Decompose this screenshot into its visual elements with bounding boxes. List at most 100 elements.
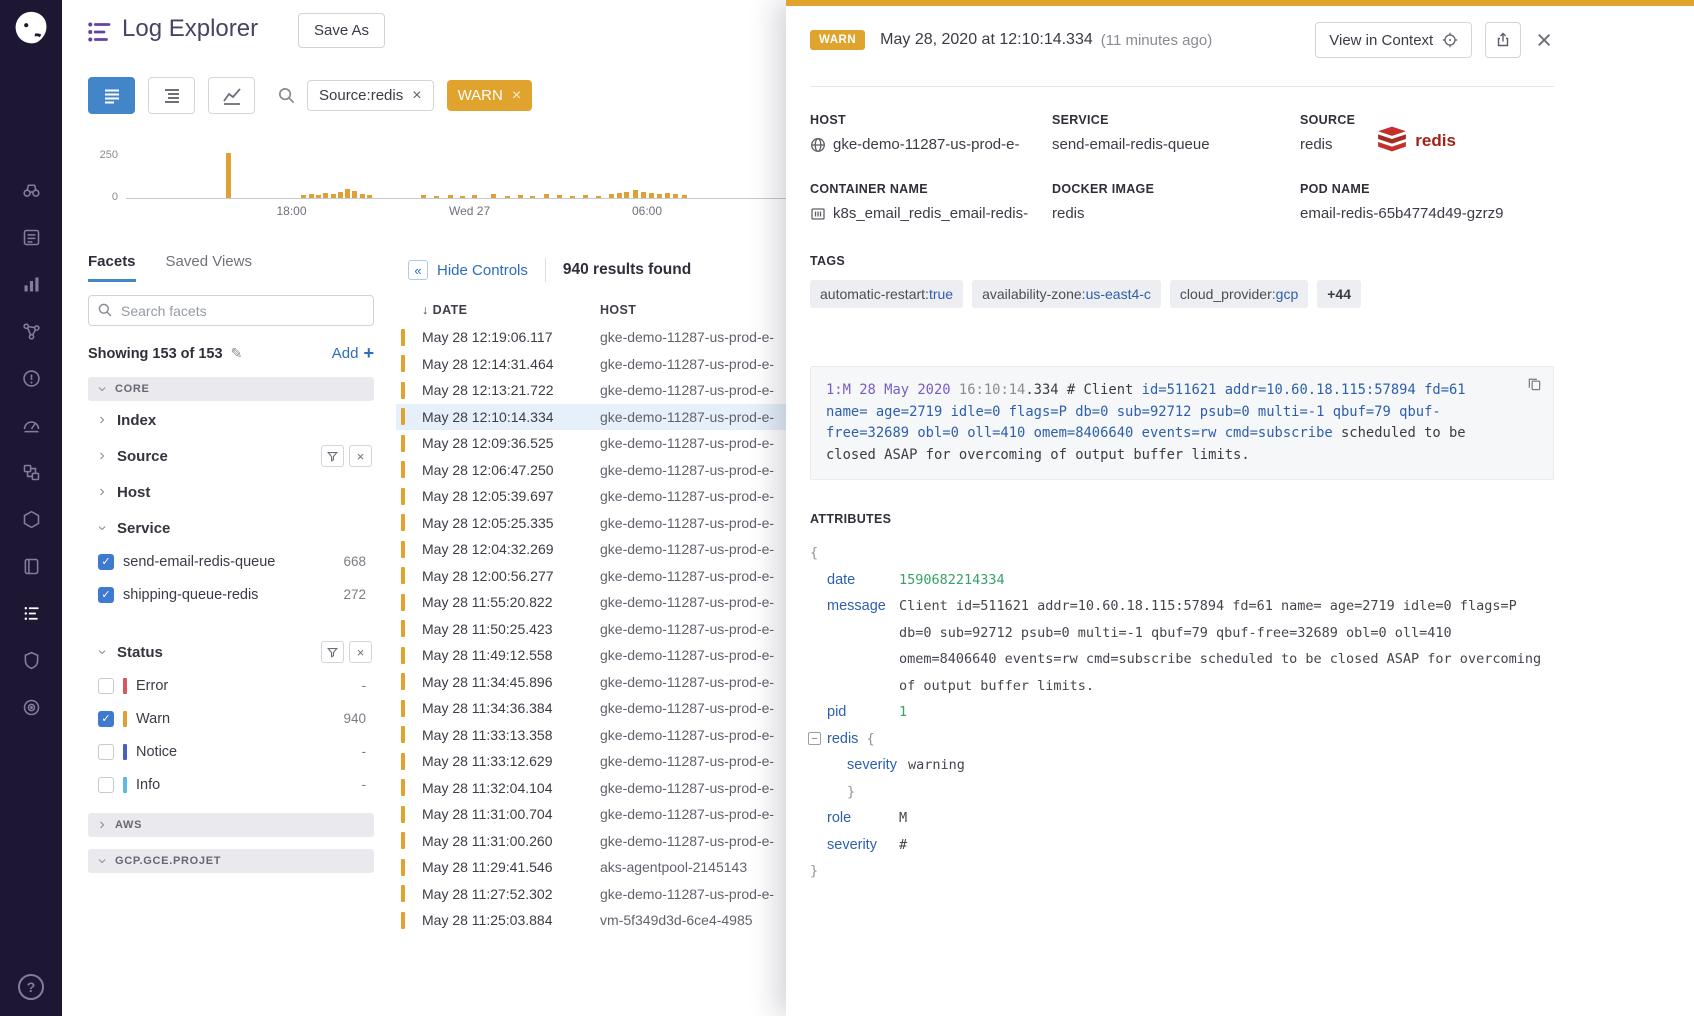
facet-value-info[interactable]: Info-	[88, 768, 374, 801]
column-header-host[interactable]: HOST	[600, 303, 636, 317]
tag-pill[interactable]: cloud_provider:gcp	[1170, 280, 1308, 308]
events-icon[interactable]	[21, 227, 42, 248]
log-row[interactable]: May 28 11:33:12.629gke-demo-11287-us-pro…	[396, 748, 820, 775]
remove-filter-icon[interactable]: ×	[512, 88, 521, 104]
facet-source[interactable]: ›Source×	[88, 439, 374, 473]
tag-pill[interactable]: availability-zone:us-east4-c	[972, 280, 1161, 308]
checkbox[interactable]: ✓	[98, 587, 114, 603]
synthetics-icon[interactable]	[21, 697, 42, 718]
log-row[interactable]: May 28 12:06:47.250gke-demo-11287-us-pro…	[396, 457, 820, 484]
facet-section-gcp.gce.projet[interactable]: ›GCP.GCE.PROJET	[88, 849, 374, 873]
log-row[interactable]: May 28 11:55:20.822gke-demo-11287-us-pro…	[396, 589, 820, 616]
facet-clear-icon[interactable]: ×	[349, 641, 372, 663]
add-facet-button[interactable]: Add+	[332, 343, 374, 364]
hide-controls-link[interactable]: Hide Controls	[437, 262, 528, 279]
export-icon[interactable]	[1485, 22, 1521, 58]
remove-filter-icon[interactable]: ×	[412, 88, 421, 104]
log-volume-histogram[interactable]: 250 0 18:00Wed 2706:00	[92, 133, 788, 221]
attribute-key[interactable]: severity	[847, 752, 908, 779]
facet-filter-icon[interactable]	[321, 445, 344, 467]
save-as-button[interactable]: Save As	[298, 13, 385, 48]
integrations-icon[interactable]	[21, 462, 42, 483]
log-row[interactable]: May 28 11:49:12.558gke-demo-11287-us-pro…	[396, 642, 820, 669]
facet-value-shipping-queue-redis[interactable]: ✓shipping-queue-redis272	[88, 578, 374, 611]
log-row[interactable]: May 28 12:05:25.335gke-demo-11287-us-pro…	[396, 510, 820, 537]
datadog-logo[interactable]	[10, 8, 52, 50]
log-row[interactable]: May 28 12:09:36.525gke-demo-11287-us-pro…	[396, 430, 820, 457]
timeseries-view-icon[interactable]	[208, 77, 255, 114]
log-row[interactable]: May 28 11:50:25.423gke-demo-11287-us-pro…	[396, 616, 820, 643]
log-row[interactable]: May 28 11:25:03.884vm-5f349d3d-6ce4-4985	[396, 907, 820, 934]
log-row[interactable]: May 28 12:04:32.269gke-demo-11287-us-pro…	[396, 536, 820, 563]
log-row[interactable]: May 28 12:05:39.697gke-demo-11287-us-pro…	[396, 483, 820, 510]
histogram-plot[interactable]: 18:00Wed 2706:00	[126, 133, 788, 199]
edit-facets-icon[interactable]: ✎	[231, 345, 243, 362]
logs-icon[interactable]	[21, 603, 42, 624]
checkbox[interactable]	[98, 744, 114, 760]
attribute-row[interactable]: −redis{	[810, 726, 1554, 753]
checkbox[interactable]: ✓	[98, 711, 114, 727]
facet-value-send-email-redis-queue[interactable]: ✓send-email-redis-queue668	[88, 545, 374, 578]
attribute-row[interactable]: severity#	[810, 832, 1554, 859]
log-row[interactable]: May 28 11:32:04.104gke-demo-11287-us-pro…	[396, 775, 820, 802]
attribute-row[interactable]: messageClient id=511621 addr=10.60.18.11…	[810, 593, 1554, 699]
tags-more-button[interactable]: +44	[1317, 280, 1361, 308]
log-row[interactable]: May 28 11:33:13.358gke-demo-11287-us-pro…	[396, 722, 820, 749]
log-row[interactable]: May 28 12:10:14.334gke-demo-11287-us-pro…	[396, 404, 820, 431]
view-in-context-button[interactable]: View in Context	[1315, 22, 1472, 58]
log-row[interactable]: May 28 11:34:36.384gke-demo-11287-us-pro…	[396, 695, 820, 722]
checkbox[interactable]	[98, 678, 114, 694]
facet-status[interactable]: ›Status×	[88, 635, 374, 669]
hide-controls-icon[interactable]: «	[408, 260, 428, 280]
log-row[interactable]: May 28 12:13:21.722gke-demo-11287-us-pro…	[396, 377, 820, 404]
watchdog-icon[interactable]	[21, 180, 42, 201]
attribute-key[interactable]: severity	[827, 832, 899, 859]
facet-host[interactable]: ›Host	[88, 475, 374, 509]
log-row[interactable]: May 28 11:31:00.704gke-demo-11287-us-pro…	[396, 801, 820, 828]
attribute-row[interactable]: date1590682214334	[810, 567, 1554, 594]
metrics-icon[interactable]	[21, 274, 42, 295]
log-row[interactable]: May 28 11:27:52.302gke-demo-11287-us-pro…	[396, 881, 820, 908]
infrastructure-icon[interactable]	[21, 509, 42, 530]
facet-service[interactable]: ›Service	[88, 511, 374, 545]
log-row[interactable]: May 28 11:34:45.896gke-demo-11287-us-pro…	[396, 669, 820, 696]
checkbox[interactable]: ✓	[98, 554, 114, 570]
log-row[interactable]: May 28 11:31:00.260gke-demo-11287-us-pro…	[396, 828, 820, 855]
facet-clear-icon[interactable]: ×	[349, 445, 372, 467]
attribute-key[interactable]: message	[827, 593, 899, 620]
attribute-row[interactable]: roleM	[810, 805, 1554, 832]
log-row[interactable]: May 28 12:19:06.117gke-demo-11287-us-pro…	[396, 324, 820, 351]
column-header-date[interactable]: ↓DATE	[422, 303, 600, 317]
facet-section-aws[interactable]: ›AWS	[88, 813, 374, 837]
tab-facets[interactable]: Facets	[88, 253, 136, 282]
incidents-icon[interactable]	[21, 368, 42, 389]
attribute-row[interactable]: pid1	[810, 699, 1554, 726]
attribute-row[interactable]: severitywarning	[810, 752, 1554, 779]
close-icon[interactable]: ×	[1534, 27, 1554, 54]
tag-pill[interactable]: automatic-restart:true	[810, 280, 963, 308]
attribute-key[interactable]: pid	[827, 699, 899, 726]
collapse-icon[interactable]: −	[808, 732, 821, 745]
copy-icon[interactable]	[1527, 376, 1542, 394]
attribute-key[interactable]: role	[827, 805, 899, 832]
grouped-view-icon[interactable]	[148, 77, 195, 114]
log-row[interactable]: May 28 12:14:31.464gke-demo-11287-us-pro…	[396, 351, 820, 378]
log-row[interactable]: May 28 12:00:56.277gke-demo-11287-us-pro…	[396, 563, 820, 590]
security-icon[interactable]	[21, 650, 42, 671]
tab-saved-views[interactable]: Saved Views	[166, 253, 252, 282]
log-row[interactable]: May 28 11:29:41.546aks-agentpool-2145143	[396, 854, 820, 881]
facet-value-error[interactable]: Error-	[88, 669, 374, 702]
facet-section-core[interactable]: ›CORE	[88, 377, 374, 401]
checkbox[interactable]	[98, 777, 114, 793]
facet-value-notice[interactable]: Notice-	[88, 735, 374, 768]
facet-filter-icon[interactable]	[321, 641, 344, 663]
filter-pill[interactable]: WARN×	[447, 80, 533, 111]
help-icon[interactable]: ?	[18, 974, 44, 1000]
facet-index[interactable]: ›Index	[88, 403, 374, 437]
apm-icon[interactable]	[21, 321, 42, 342]
filter-pill[interactable]: Source:redis×	[307, 80, 434, 111]
attribute-key[interactable]: date	[827, 567, 899, 594]
notebooks-icon[interactable]	[21, 556, 42, 577]
facet-value-warn[interactable]: ✓Warn940	[88, 702, 374, 735]
list-view-icon[interactable]	[88, 77, 135, 114]
